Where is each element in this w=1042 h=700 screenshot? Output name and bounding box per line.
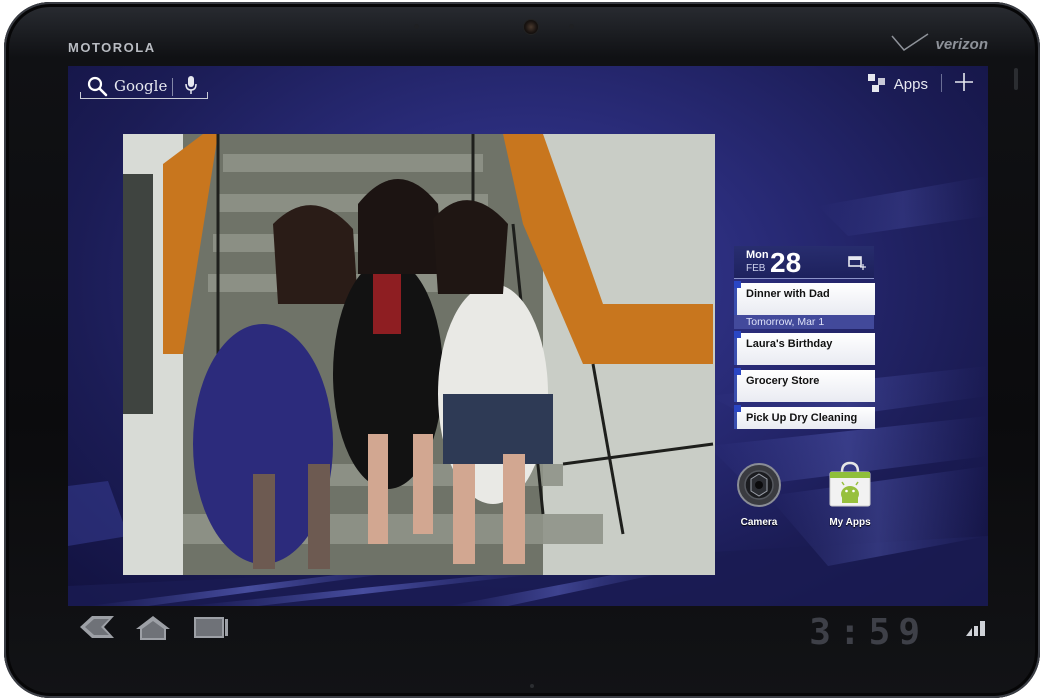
- clock: 3:59: [809, 612, 928, 653]
- front-camera-icon: [524, 20, 538, 34]
- event-title: Laura's Birthday: [746, 338, 833, 350]
- sensor-icon: [569, 24, 574, 29]
- event-title: Pick Up Dry Cleaning: [746, 412, 858, 424]
- carrier-check-icon: [891, 33, 929, 51]
- google-search-bar[interactable]: Google: [80, 72, 208, 99]
- calendar-day-divider: Tomorrow, Mar 1: [734, 315, 874, 329]
- camera-icon: [737, 463, 781, 507]
- calendar-event[interactable]: Pick Up Dry Cleaning: [734, 405, 875, 429]
- search-icon: [87, 76, 108, 97]
- mic-hole: [530, 684, 534, 688]
- photo-widget[interactable]: [123, 134, 715, 575]
- brand-logo: MOTOROLA: [68, 40, 156, 55]
- photo-image: [123, 134, 715, 575]
- shortcut-label: My Apps: [829, 517, 871, 528]
- camera-shortcut[interactable]: Camera: [724, 462, 794, 528]
- carrier-logo: verizon: [935, 36, 988, 53]
- search-label: Google: [114, 77, 168, 95]
- home-icon[interactable]: [134, 614, 172, 642]
- apps-label: Apps: [893, 75, 928, 93]
- calendar-day-number: 28: [770, 247, 802, 278]
- shortcut-label: Camera: [740, 517, 778, 528]
- recent-apps-icon[interactable]: [192, 614, 230, 640]
- my-apps-shortcut[interactable]: My Apps: [815, 460, 885, 528]
- apps-grid-icon: [867, 74, 888, 94]
- event-title: Dinner with Dad: [746, 288, 830, 300]
- calendar-event[interactable]: Laura's Birthday: [734, 331, 875, 365]
- calendar-day-of-week: Mon: [746, 249, 769, 261]
- back-icon[interactable]: [78, 614, 116, 640]
- home-screen: Google Apps Mon FEB 28 Dinner with Dad T…: [68, 66, 988, 606]
- microphone-icon[interactable]: [184, 75, 198, 95]
- divider: [172, 78, 173, 96]
- add-widget-button[interactable]: [952, 70, 976, 94]
- signal-icon[interactable]: [964, 618, 988, 638]
- calendar-event[interactable]: Grocery Store: [734, 368, 875, 402]
- add-event-icon[interactable]: [848, 254, 866, 270]
- calendar-widget[interactable]: Mon FEB 28 Dinner with Dad Tomorrow, Mar…: [734, 246, 876, 431]
- calendar-header[interactable]: Mon FEB 28: [734, 246, 874, 279]
- event-title: Grocery Store: [746, 375, 820, 387]
- divider: [941, 74, 942, 92]
- sensor-icon: [414, 24, 419, 29]
- calendar-month: FEB: [746, 263, 766, 274]
- hardware-slit: [1014, 68, 1018, 90]
- market-bag-icon: [829, 461, 871, 507]
- system-bar: 3:59: [68, 606, 988, 654]
- calendar-event[interactable]: Dinner with Dad: [734, 281, 875, 315]
- apps-button[interactable]: Apps: [867, 72, 928, 96]
